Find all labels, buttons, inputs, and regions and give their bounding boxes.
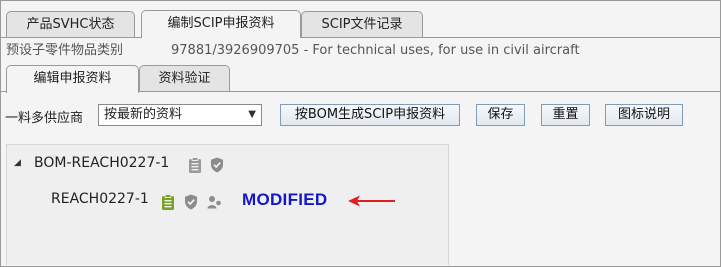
subtab-label: 资料验证: [158, 71, 211, 86]
tab-label: SCIP文件记录: [321, 17, 403, 32]
default-category-value: 97881/3926909705 - For technical uses, f…: [171, 43, 580, 58]
tab-divider: [1, 37, 720, 38]
tab-scip-file-records[interactable]: SCIP文件记录: [301, 11, 423, 37]
multi-supplier-label: 一料多供应商: [5, 111, 84, 126]
subtab-data-validation[interactable]: 资料验证: [139, 65, 230, 92]
window-frame: 产品SVHC状态 编制SCIP申报资料 SCIP文件记录 预设子零件物品类别 9…: [0, 0, 721, 267]
subtab-label: 编辑申报资料: [33, 71, 112, 86]
save-button[interactable]: 保存: [476, 104, 525, 126]
tab-label: 编制SCIP申报资料: [167, 16, 275, 31]
icon-legend-button[interactable]: 图标说明: [605, 104, 683, 126]
subtab-edit-declaration[interactable]: 编辑申报资料: [6, 65, 139, 93]
expand-collapse-icon[interactable]: ◢: [14, 158, 21, 168]
shield-icon: [211, 157, 223, 173]
red-arrow-icon: [348, 195, 395, 207]
supplier-select-value: 按最新的资料: [104, 107, 183, 122]
generate-scip-from-bom-button[interactable]: 按BOM生成SCIP申报资料: [280, 104, 460, 126]
suppliers-icon: [207, 196, 221, 209]
tab-compile-scip[interactable]: 编制SCIP申报资料: [141, 10, 301, 38]
tab-product-svhc-status[interactable]: 产品SVHC状态: [6, 11, 135, 37]
shield-icon: [185, 194, 197, 210]
clipboard-icon: [162, 194, 174, 210]
default-category-row: 预设子零件物品类别 97881/3926909705 - For technic…: [1, 40, 720, 62]
toolbar: 一料多供应商 按最新的资料 ▼ 按BOM生成SCIP申报资料 保存 重置 图标说…: [1, 101, 720, 131]
reset-button[interactable]: 重置: [541, 104, 590, 126]
tree-node-label: REACH0227-1: [51, 191, 149, 207]
clipboard-icon: [189, 157, 201, 173]
tree-node-label: BOM-REACH0227-1: [34, 155, 170, 171]
bom-tree-panel: ◢ BOM-REACH0227-1 REACH0227-1 MODIFIED: [6, 144, 449, 265]
main-tab-bar: 产品SVHC状态 编制SCIP申报资料 SCIP文件记录: [1, 1, 720, 38]
default-category-label: 预设子零件物品类别: [6, 43, 124, 58]
modified-annotation: MODIFIED: [242, 190, 328, 209]
supplier-select[interactable]: 按最新的资料 ▼: [98, 104, 262, 126]
tab-label: 产品SVHC状态: [26, 17, 115, 32]
dropdown-arrow-icon: ▼: [248, 109, 256, 120]
